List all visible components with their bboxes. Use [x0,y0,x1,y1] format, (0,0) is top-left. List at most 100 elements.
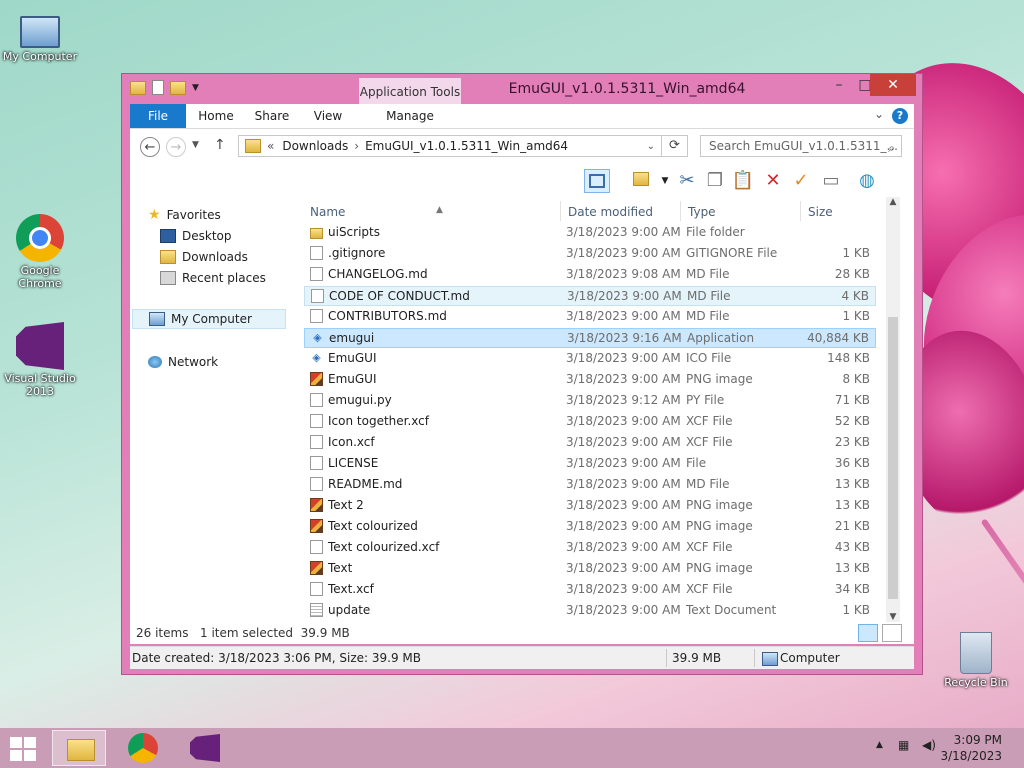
taskbar: ▲ ▦ ◀) 3:09 PM 3/18/2023 [0,728,1024,768]
column-divider[interactable] [800,201,801,221]
column-header-date[interactable]: Date modified [568,201,678,223]
nav-label: Desktop [182,229,232,243]
file-name: EmuGUI [328,372,377,386]
taskbar-file-explorer[interactable] [52,730,106,766]
computer-icon [149,312,165,326]
chevron-down-icon[interactable]: ⌄ [647,141,655,152]
globe-icon[interactable]: ◍ [854,169,880,193]
column-header-size[interactable]: Size [808,201,868,223]
preview-pane-icon[interactable] [584,169,610,193]
tab-view[interactable]: View [308,104,348,128]
column-header-name[interactable]: Name ▲ [310,201,560,223]
tab-manage[interactable]: Manage [359,104,461,128]
file-name: .gitignore [328,246,386,260]
tab-share[interactable]: Share [250,104,294,128]
clock[interactable]: 3:09 PM 3/18/2023 [940,732,1002,764]
scroll-down-icon[interactable]: ▼ [886,612,900,622]
file-row[interactable]: Text colourized 3/18/2023 9:00 AM PNG imag… [304,517,876,537]
file-row[interactable]: emugui.py 3/18/2023 9:12 AM PY File 71 KB [304,391,876,411]
chrome-icon [128,733,158,763]
breadcrumb-current[interactable]: EmuGUI_v1.0.1.5311_Win_amd64 [365,139,568,153]
desktop-icon-my-computer[interactable]: My Computer [0,8,80,63]
details-view-button[interactable] [858,624,878,642]
file-row[interactable]: ◈ emugui 3/18/2023 9:16 AM Application 40,88… [304,328,876,348]
png-icon [310,372,323,386]
back-button[interactable]: ← [140,137,160,157]
column-label: Name [310,205,346,219]
desktop-icon-google-chrome[interactable]: Google Chrome [0,214,80,290]
clock-date: 3/18/2023 [940,749,1002,763]
help-icon[interactable]: ? [892,108,908,124]
address-bar[interactable]: « Downloads › EmuGUI_v1.0.1.5311_Win_amd… [238,135,662,157]
desktop-icon-recycle-bin[interactable]: Recycle Bin [936,632,1016,689]
title-bar[interactable]: ▼ Application Tools EmuGUI_v1.0.1.5311_W… [122,74,922,106]
nav-downloads[interactable]: Downloads [160,247,248,267]
breadcrumb-separator-icon[interactable]: › [354,139,359,153]
status-bar: 26 items 1 item selected 39.9 MB [130,622,914,644]
start-button[interactable] [10,737,38,761]
file-row[interactable]: Text 2 3/18/2023 9:00 AM PNG image 13 KB [304,496,876,516]
rename-icon[interactable]: ▭ [818,169,844,193]
file-row[interactable]: Text colourized.xcf 3/18/2023 9:00 AM XCF … [304,538,876,558]
file-row[interactable]: CONTRIBUTORS.md 3/18/2023 9:00 AM MD File 1… [304,307,876,327]
nav-desktop[interactable]: Desktop [160,226,232,246]
large-icons-view-button[interactable] [882,624,902,642]
breadcrumb-overflow[interactable]: « [267,139,274,153]
tab-file[interactable]: File [130,104,186,128]
taskbar-chrome[interactable] [116,730,170,766]
file-row[interactable]: CHANGELOG.md 3/18/2023 9:08 AM MD File 28 K… [304,265,876,285]
file-row[interactable]: uiScripts 3/18/2023 9:00 AM File folder [304,223,876,243]
nav-network[interactable]: Network [148,352,218,372]
file-row[interactable]: Icon.xcf 3/18/2023 9:00 AM XCF File 23 KB [304,433,876,453]
column-header-type[interactable]: Type [688,201,798,223]
cut-icon[interactable]: ✂ [674,169,700,193]
search-input[interactable]: Search EmuGUI_v1.0.1.5311_... ⌕ [700,135,902,157]
desktop-icon-visual-studio[interactable]: Visual Studio 2013 [0,322,80,398]
forward-button[interactable]: → [166,137,186,157]
paste-icon[interactable]: 📋 [730,169,756,193]
show-hidden-icons[interactable]: ▲ [876,740,883,750]
tab-home[interactable]: Home [194,104,238,128]
file-date: 3/18/2023 9:08 AM [566,267,681,281]
file-row[interactable]: Text 3/18/2023 9:00 AM PNG image 13 KB [304,559,876,579]
file-date: 3/18/2023 9:00 AM [567,289,682,303]
column-divider[interactable] [560,201,561,221]
file-row[interactable]: CODE OF CONDUCT.md 3/18/2023 9:00 AM MD Fi… [304,286,876,306]
vertical-scrollbar[interactable]: ▲ ▼ [886,197,900,622]
column-divider[interactable] [680,201,681,221]
scroll-up-icon[interactable]: ▲ [886,197,900,207]
file-type: XCF File [686,414,733,428]
file-row[interactable]: update 3/18/2023 9:00 AM Text Document 1 KB [304,601,876,621]
scrollbar-thumb[interactable] [888,317,898,599]
file-row[interactable]: Icon together.xcf 3/18/2023 9:00 AM XCF Fi… [304,412,876,432]
nav-favorites[interactable]: ★ Favorites [148,205,221,225]
nav-my-computer[interactable]: My Computer [132,309,286,329]
file-row[interactable]: README.md 3/18/2023 9:00 AM MD File 13 KB [304,475,876,495]
chevron-down-icon[interactable]: ⌄ [874,107,884,121]
checkmark-icon[interactable]: ✓ [788,169,814,193]
taskbar-visual-studio[interactable] [178,730,232,766]
file-type: MD File [686,267,730,281]
file-row[interactable]: .gitignore 3/18/2023 9:00 AM GITIGNORE Fil… [304,244,876,264]
file-row[interactable]: Text.xcf 3/18/2023 9:00 AM XCF File 34 KB [304,580,876,600]
file-row[interactable]: ◈ EmuGUI 3/18/2023 9:00 AM ICO File 148 KB [304,349,876,369]
breadcrumb-downloads[interactable]: Downloads [282,139,348,153]
network-icon[interactable]: ▦ [898,738,909,752]
copy-icon[interactable]: ❐ [702,169,728,193]
file-row[interactable]: LICENSE 3/18/2023 9:00 AM File 36 KB [304,454,876,474]
windows-logo-icon [10,737,22,748]
up-arrow-icon[interactable]: ↑ [214,137,226,153]
recent-locations-icon[interactable]: ▼ [192,140,199,150]
refresh-button[interactable]: ⟳ [662,135,688,157]
file-type: PY File [686,393,725,407]
nav-recent-places[interactable]: Recent places [160,268,266,288]
app-icon: ◈ [312,351,321,364]
file-row[interactable]: EmuGUI 3/18/2023 9:00 AM PNG image 8 KB [304,370,876,390]
close-button[interactable]: ✕ [870,74,916,96]
properties-icon[interactable] [628,169,654,193]
file-type: File [686,456,707,470]
file-list: Name ▲ Date modified Type Size uiScripts… [302,197,900,622]
volume-icon[interactable]: ◀) [922,738,936,752]
delete-icon[interactable]: ✕ [760,169,786,193]
file-icon [310,246,323,260]
